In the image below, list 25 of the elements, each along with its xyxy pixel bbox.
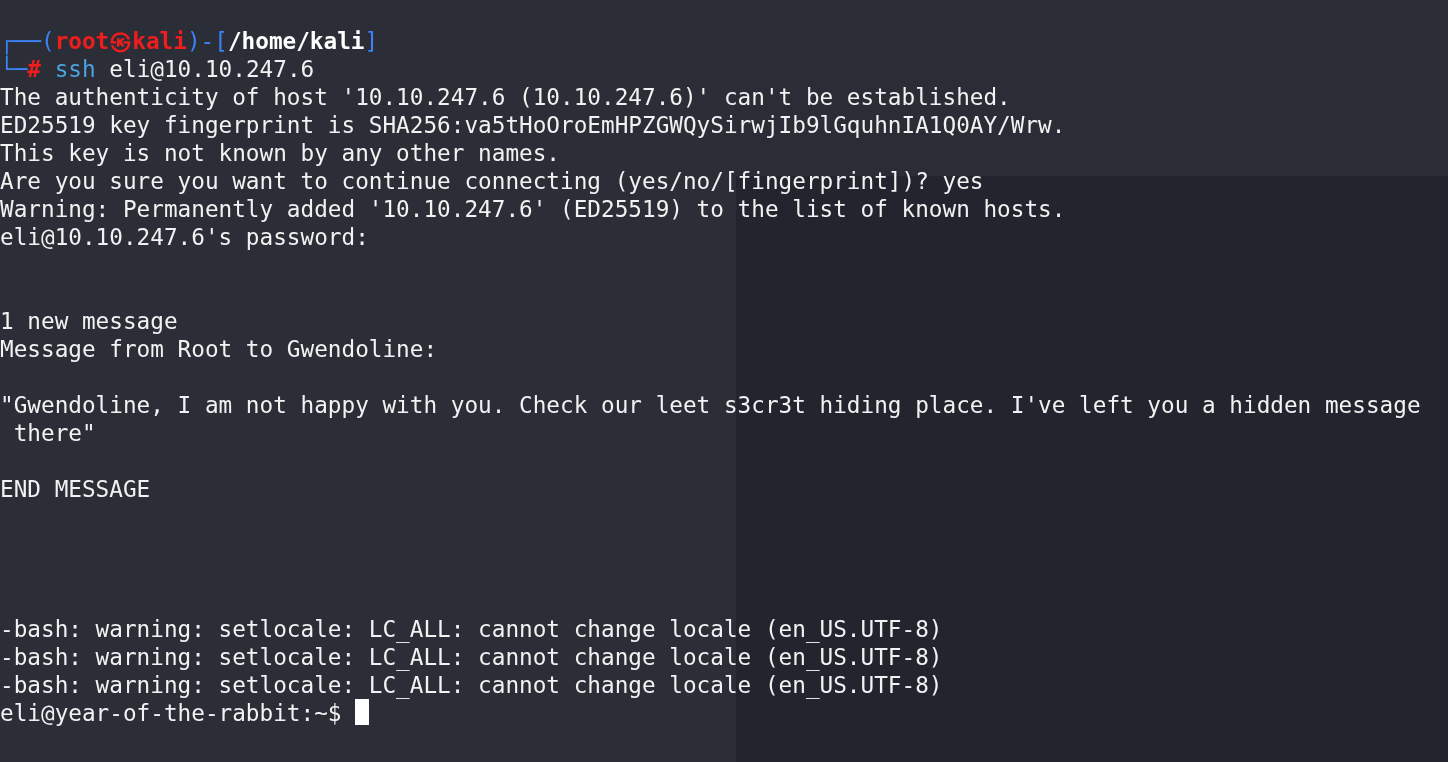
terminal-output-line: -bash: warning: setlocale: LC_ALL: cannot change locale (en_US.UTF-8) — [0, 671, 943, 699]
prompt-decoration: ] — [364, 27, 379, 55]
terminal-output-line: -bash: warning: setlocale: LC_ALL: cannot change locale (en_US.UTF-8) — [0, 643, 943, 671]
command-name: ssh — [54, 55, 96, 83]
terminal-output-line: This key is not known by any other names. — [0, 139, 561, 167]
prompt-path: /home/kali — [227, 27, 365, 55]
shell-prompt: eli@year-of-the-rabbit:~$ — [0, 699, 342, 727]
terminal-output-line: Are you sure you want to continue connecting (yes/no/[fingerprint])? yes — [0, 167, 984, 195]
terminal-output-line: The authenticity of host '10.10.247.6 (10.10.247.6)' can't be established. — [0, 83, 1011, 111]
prompt-symbol: # — [27, 56, 41, 83]
terminal-output-line: -bash: warning: setlocale: LC_ALL: cannot change locale (en_US.UTF-8) — [0, 615, 943, 643]
terminal-output-line: Warning: Permanently added '10.10.247.6' (ED25519) to the list of known hosts. — [0, 195, 1066, 223]
terminal-output-line: Message from Root to Gwendoline: — [0, 335, 438, 363]
text-cursor — [355, 699, 370, 725]
prompt-decoration: ┌──( — [0, 27, 55, 55]
terminal-output-line: ED25519 key fingerprint is SHA256:va5tHoOroEmHPZGWQySirwjIb9lGquhnIA1Q0AY/Wrw. — [0, 111, 1066, 139]
terminal-output-line: "Gwendoline, I am not happy with you. Check our leet s3cr3t hiding place. I've left you a hidden message — [0, 391, 1421, 419]
prompt-user: root㉿kali — [54, 27, 187, 55]
prompt-decoration: └─ — [0, 55, 28, 83]
terminal-output-line: 1 new message — [0, 307, 178, 335]
terminal-output-line: eli@10.10.247.6's password: — [0, 223, 369, 251]
terminal-output-line: there" — [12, 419, 96, 447]
command-argument: eli@10.10.247.6 — [109, 55, 315, 83]
terminal-output-line: END MESSAGE — [0, 475, 151, 503]
prompt-decoration: )-[ — [186, 27, 228, 55]
